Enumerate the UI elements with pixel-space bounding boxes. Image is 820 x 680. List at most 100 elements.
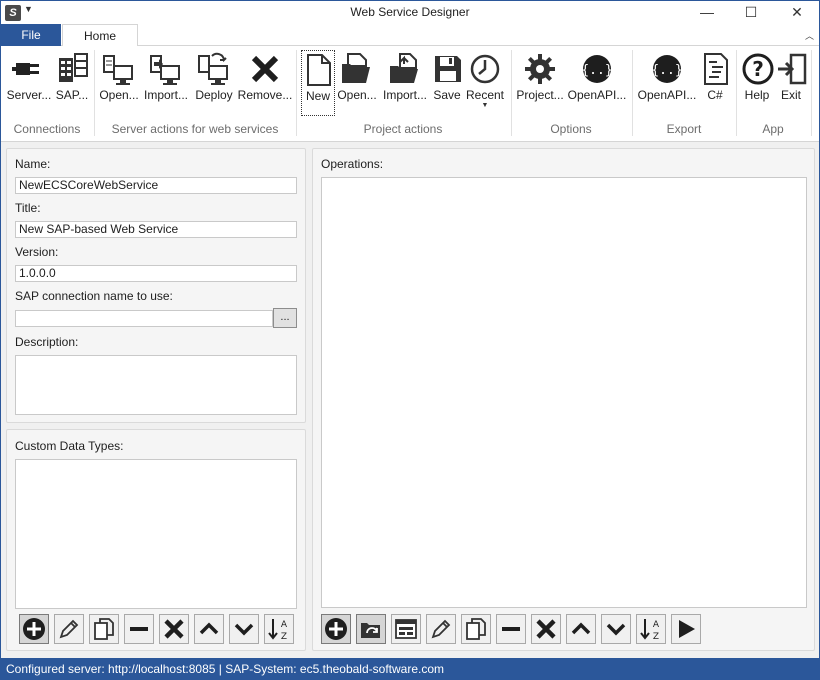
group-label-project-actions: Project actions	[363, 122, 443, 136]
custom-data-types-toolbar: AZ	[19, 614, 301, 644]
edit-operation-button[interactable]	[426, 614, 456, 644]
save-button[interactable]: Save	[431, 50, 463, 116]
chevron-down-icon	[606, 623, 626, 636]
chevron-up-icon	[199, 622, 219, 635]
csharp-export-button[interactable]: C#	[699, 50, 731, 116]
custom-data-types-label: Custom Data Types:	[15, 439, 124, 453]
sap-button[interactable]: SAP...	[53, 50, 91, 116]
minimize-button[interactable]: —	[684, 1, 730, 24]
remove-type-button[interactable]	[124, 614, 154, 644]
openapi-icon: {..}	[581, 55, 613, 83]
exit-button[interactable]: Exit	[775, 50, 807, 116]
sap-connection-input[interactable]	[15, 310, 273, 327]
recent-button[interactable]: Recent ▼	[465, 50, 505, 116]
svg-text:{..}: {..}	[581, 63, 612, 78]
operation-form-button[interactable]	[391, 614, 421, 644]
browse-connection-button[interactable]: ...	[273, 308, 297, 328]
minus-icon	[130, 627, 148, 631]
status-bar: Configured server: http://localhost:8085…	[1, 658, 819, 680]
ribbon: Server... SAP... Open... Import... Deplo…	[1, 46, 819, 142]
title-input[interactable]: New SAP-based Web Service	[15, 221, 297, 238]
move-type-up-button[interactable]	[194, 614, 224, 644]
openapi-export-button[interactable]: {..} OpenAPI...	[637, 50, 697, 116]
remove-button[interactable]: Remove...	[237, 50, 293, 116]
operations-panel: Operations: AZ	[312, 148, 815, 651]
move-operation-down-button[interactable]	[601, 614, 631, 644]
delete-operation-button[interactable]	[531, 614, 561, 644]
new-button[interactable]: New	[301, 50, 335, 116]
custom-data-types-list[interactable]	[15, 459, 297, 609]
pencil-icon	[59, 619, 79, 639]
import-remote-icon	[150, 55, 180, 85]
close-button[interactable]: ✕	[774, 1, 820, 24]
delete-x-icon	[536, 619, 556, 639]
sort-az-icon: AZ	[268, 619, 288, 641]
svg-text:A: A	[653, 620, 660, 630]
svg-text:{..}: {..}	[651, 63, 682, 78]
pencil-icon	[431, 619, 451, 639]
maximize-button[interactable]: ☐	[728, 1, 774, 24]
sap-connection-label: SAP connection name to use:	[15, 289, 173, 303]
clock-icon	[470, 54, 500, 84]
move-operation-up-button[interactable]	[566, 614, 596, 644]
help-button[interactable]: ? Help	[741, 50, 774, 116]
copy-icon	[94, 618, 114, 640]
import-remote-button[interactable]: Import...	[142, 50, 190, 116]
plus-circle-icon	[325, 618, 347, 640]
import-project-button[interactable]: Import...	[381, 50, 429, 116]
copy-operation-button[interactable]	[461, 614, 491, 644]
deploy-button[interactable]: Deploy	[192, 50, 236, 116]
gear-icon	[525, 54, 555, 84]
operations-label: Operations:	[321, 157, 384, 171]
run-operation-button[interactable]	[671, 614, 701, 644]
open-remote-button[interactable]: Open...	[98, 50, 140, 116]
plug-icon	[12, 63, 39, 75]
group-label-options: Options	[550, 122, 592, 136]
sort-az-icon: AZ	[640, 619, 660, 641]
move-type-down-button[interactable]	[229, 614, 259, 644]
description-textarea[interactable]	[15, 355, 297, 415]
operations-list[interactable]	[321, 177, 807, 608]
title-label: Title:	[15, 201, 41, 215]
chevron-down-icon	[234, 623, 254, 636]
open-project-button[interactable]: Open...	[337, 50, 377, 116]
name-input[interactable]: NewECSCoreWebService	[15, 177, 297, 194]
tab-file[interactable]: File	[1, 24, 61, 46]
svg-text:Z: Z	[653, 632, 659, 641]
operations-toolbar: AZ	[321, 614, 721, 644]
plus-circle-icon	[23, 618, 45, 640]
remove-operation-button[interactable]	[496, 614, 526, 644]
server-button[interactable]: Server...	[6, 50, 52, 116]
group-label-app: App	[762, 122, 784, 136]
version-input[interactable]: 1.0.0.0	[15, 265, 297, 282]
add-type-button[interactable]	[19, 614, 49, 644]
group-label-server-actions: Server actions for web services	[111, 122, 279, 136]
copy-type-button[interactable]	[89, 614, 119, 644]
openapi-options-button[interactable]: {..} OpenAPI...	[567, 50, 627, 116]
sort-operations-button[interactable]: AZ	[636, 614, 666, 644]
add-operation-button[interactable]	[321, 614, 351, 644]
project-settings-button[interactable]: Project...	[515, 50, 565, 116]
help-icon: ?	[742, 53, 774, 85]
custom-data-types-panel: Custom Data Types: AZ	[6, 429, 306, 651]
save-disk-icon	[435, 56, 461, 82]
delete-type-button[interactable]	[159, 614, 189, 644]
exit-door-icon	[778, 53, 807, 85]
group-separator	[811, 50, 812, 136]
ribbon-tabs: File Home ︿	[1, 24, 819, 47]
remove-x-icon	[251, 55, 279, 83]
sort-types-button[interactable]: AZ	[264, 614, 294, 644]
recent-dropdown-icon: ▼	[481, 102, 489, 109]
tab-home[interactable]: Home	[62, 24, 138, 47]
deploy-icon	[198, 52, 228, 85]
group-label-export: Export	[666, 122, 702, 136]
open-operation-button[interactable]	[356, 614, 386, 644]
name-label: Name:	[15, 157, 51, 171]
edit-type-button[interactable]	[54, 614, 84, 644]
ribbon-collapse-icon[interactable]: ︿	[805, 29, 814, 42]
server-grid-icon	[59, 53, 88, 82]
delete-x-icon	[164, 619, 184, 639]
openapi-icon: {..}	[651, 55, 683, 83]
play-icon	[679, 620, 695, 638]
svg-text:?: ?	[752, 57, 764, 81]
